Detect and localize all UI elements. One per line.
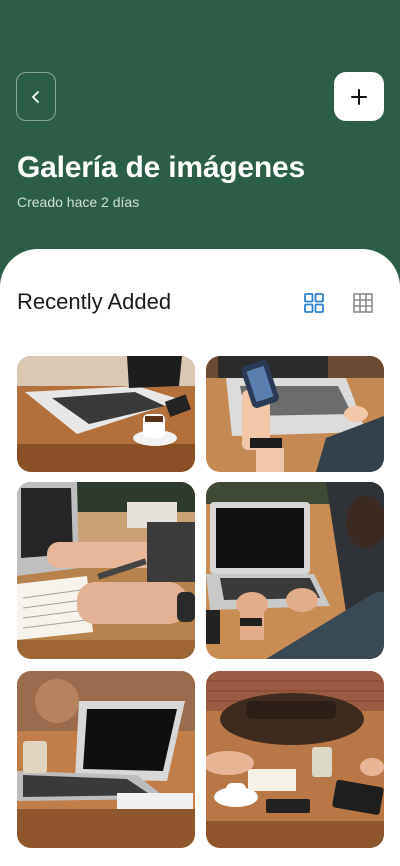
gallery-photo[interactable] bbox=[206, 482, 384, 659]
grid-small-view-button[interactable] bbox=[351, 291, 375, 315]
gallery-photo[interactable] bbox=[206, 671, 384, 848]
photo-laptop-coffee bbox=[17, 356, 195, 472]
photo-phone-laptop bbox=[206, 356, 384, 472]
photo-typing-laptop bbox=[206, 482, 384, 659]
photo-laptop-glass bbox=[17, 671, 195, 848]
grid-small-icon bbox=[353, 293, 373, 313]
photo-writing-notebook bbox=[17, 482, 195, 659]
plus-icon bbox=[351, 88, 367, 105]
header: Galería de imágenes Creado hace 2 días bbox=[0, 0, 400, 270]
add-button[interactable] bbox=[334, 72, 384, 121]
grid-large-view-button[interactable] bbox=[302, 291, 326, 315]
page-subtitle: Creado hace 2 días bbox=[17, 194, 140, 210]
gallery-photo[interactable] bbox=[206, 356, 384, 472]
gallery-photo[interactable] bbox=[17, 356, 195, 472]
grid-large-icon bbox=[304, 293, 324, 313]
photo-meeting-table bbox=[206, 671, 384, 848]
section-title: Recently Added bbox=[17, 289, 172, 314]
gallery-sheet: Recently Added bbox=[0, 249, 400, 866]
chevron-left-icon bbox=[32, 90, 39, 103]
back-button[interactable] bbox=[16, 72, 56, 121]
gallery-photo[interactable] bbox=[17, 671, 195, 848]
gallery-photo[interactable] bbox=[17, 482, 195, 659]
page-title: Galería de imágenes bbox=[17, 151, 306, 184]
